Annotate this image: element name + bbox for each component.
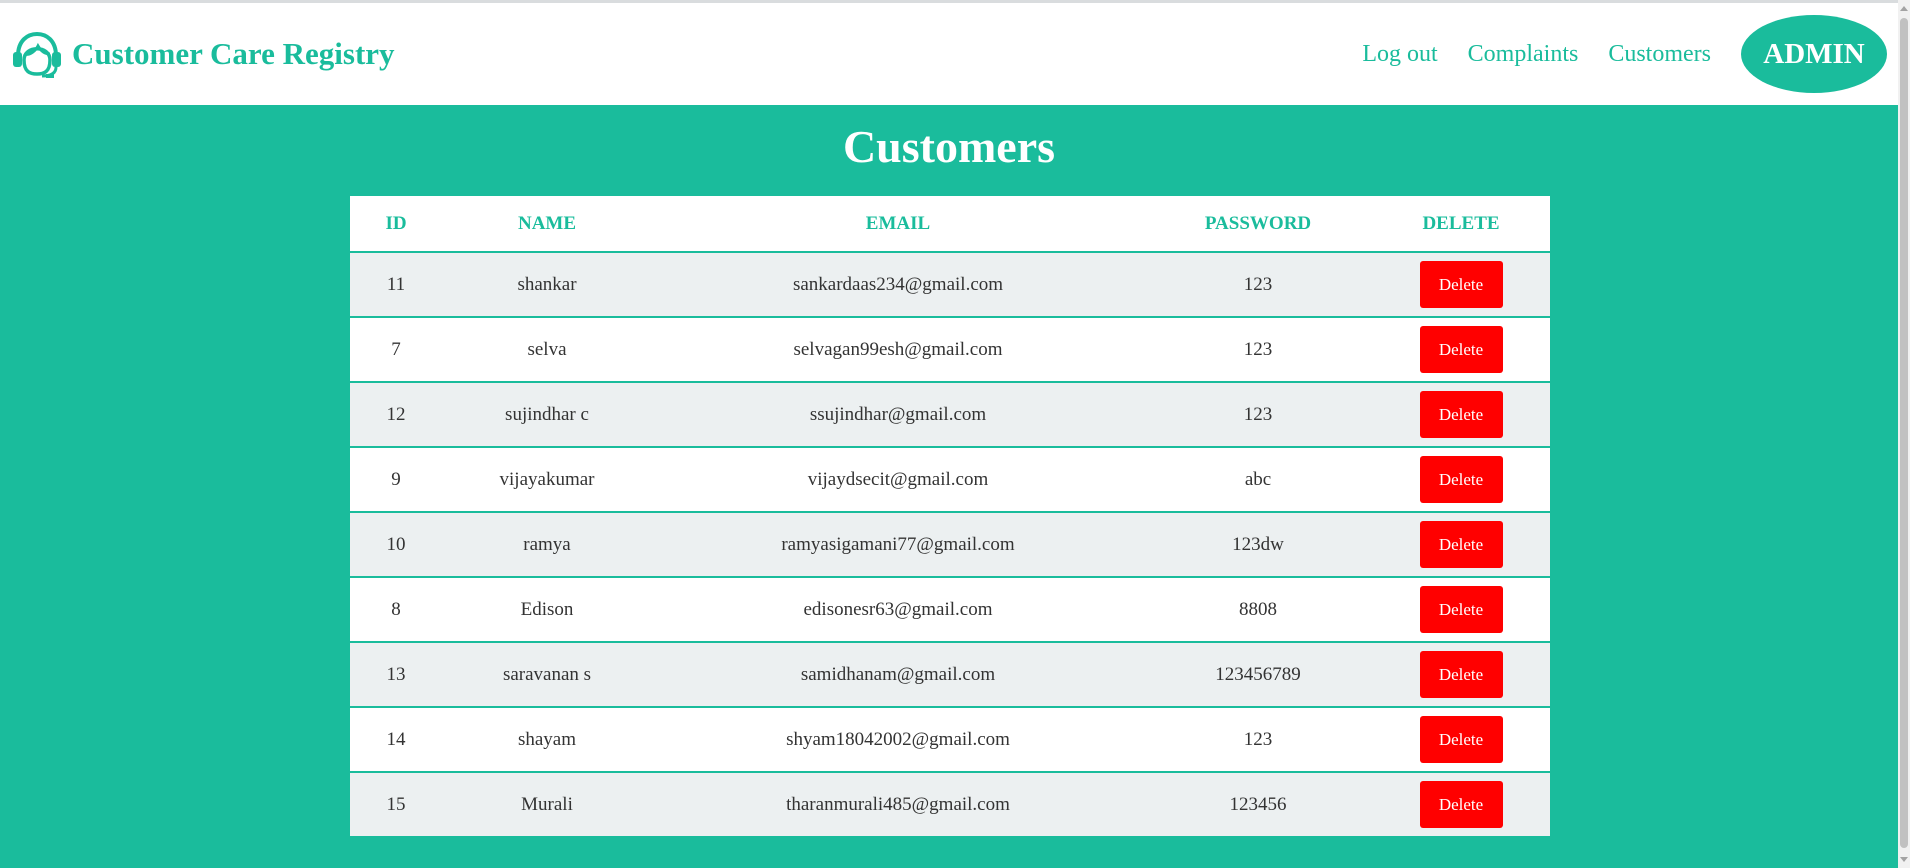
cell-delete: Delete (1372, 642, 1550, 708)
cell-email: edisonesr63@gmail.com (652, 577, 1144, 643)
cell-email: ssujindhar@gmail.com (652, 382, 1144, 448)
cell-password: 123456789 (1144, 642, 1372, 708)
page-title: Customers (842, 121, 1056, 172)
delete-button[interactable]: Delete (1419, 716, 1503, 763)
cell-delete: Delete (1372, 317, 1550, 383)
cell-name: selva (442, 317, 652, 383)
cell-id: 13 (350, 642, 442, 708)
column-header-delete: DELETE (1372, 196, 1550, 253)
cell-name: ramya (442, 512, 652, 578)
delete-button[interactable]: Delete (1419, 261, 1503, 308)
cell-id: 11 (350, 252, 442, 318)
delete-button[interactable]: Delete (1419, 586, 1503, 633)
cell-password: 123 (1144, 382, 1372, 448)
cell-id: 14 (350, 707, 442, 773)
table-body: 11 shankar sankardaas234@gmail.com 123 D… (350, 252, 1550, 836)
cell-email: ramyasigamani77@gmail.com (652, 512, 1144, 578)
table-row: 14 shayam shyam18042002@gmail.com 123 De… (350, 707, 1550, 773)
table-row: 7 selva selvagan99esh@gmail.com 123 Dele… (350, 317, 1550, 383)
cell-name: Edison (442, 577, 652, 643)
cell-password: 123 (1144, 317, 1372, 383)
cell-delete: Delete (1372, 512, 1550, 578)
cell-id: 12 (350, 382, 442, 448)
table-row: 11 shankar sankardaas234@gmail.com 123 D… (350, 252, 1550, 318)
vertical-scrollbar[interactable] (1898, 0, 1910, 868)
nav-complaints-link[interactable]: Complaints (1468, 41, 1579, 68)
cell-email: selvagan99esh@gmail.com (652, 317, 1144, 383)
cell-delete: Delete (1372, 447, 1550, 513)
cell-password: 123dw (1144, 512, 1372, 578)
column-header-id: ID (350, 196, 442, 253)
customers-table: ID NAME EMAIL PASSWORD DELETE 11 shankar… (350, 196, 1550, 836)
cell-email: samidhanam@gmail.com (652, 642, 1144, 708)
cell-name: sujindhar c (442, 382, 652, 448)
delete-button[interactable]: Delete (1419, 391, 1503, 438)
headset-agent-icon (13, 31, 61, 78)
cell-password: 123 (1144, 252, 1372, 318)
cell-email: vijaydsecit@gmail.com (652, 447, 1144, 513)
nav-customers-link[interactable]: Customers (1608, 41, 1711, 68)
table-header-row: ID NAME EMAIL PASSWORD DELETE (350, 196, 1550, 253)
cell-id: 8 (350, 577, 442, 643)
cell-email: tharanmurali485@gmail.com (652, 772, 1144, 836)
delete-button[interactable]: Delete (1419, 456, 1503, 503)
cell-password: 8808 (1144, 577, 1372, 643)
brand[interactable]: Customer Care Registry (10, 30, 395, 78)
cell-id: 9 (350, 447, 442, 513)
cell-name: shankar (442, 252, 652, 318)
table-row: 13 saravanan s samidhanam@gmail.com 1234… (350, 642, 1550, 708)
column-header-email: EMAIL (652, 196, 1144, 253)
table-header: ID NAME EMAIL PASSWORD DELETE (350, 196, 1550, 253)
cell-name: saravanan s (442, 642, 652, 708)
table-row: 8 Edison edisonesr63@gmail.com 8808 Dele… (350, 577, 1550, 643)
table-row: 10 ramya ramyasigamani77@gmail.com 123dw… (350, 512, 1550, 578)
cell-email: sankardaas234@gmail.com (652, 252, 1144, 318)
scroll-up-arrow-icon[interactable] (1900, 6, 1908, 11)
navbar: Customer Care Registry Log out Complaint… (0, 3, 1898, 105)
column-header-name: NAME (442, 196, 652, 253)
cell-delete: Delete (1372, 382, 1550, 448)
cell-delete: Delete (1372, 707, 1550, 773)
admin-badge[interactable]: ADMIN (1741, 15, 1887, 93)
brand-title: Customer Care Registry (72, 36, 395, 71)
cell-id: 15 (350, 772, 442, 836)
table-row: 9 vijayakumar vijaydsecit@gmail.com abc … (350, 447, 1550, 513)
cell-password: abc (1144, 447, 1372, 513)
column-header-password: PASSWORD (1144, 196, 1372, 253)
cell-delete: Delete (1372, 772, 1550, 836)
delete-button[interactable]: Delete (1419, 521, 1503, 568)
cell-name: vijayakumar (442, 447, 652, 513)
table-row: 15 Murali tharanmurali485@gmail.com 1234… (350, 772, 1550, 836)
cell-delete: Delete (1372, 252, 1550, 318)
delete-button[interactable]: Delete (1419, 781, 1503, 828)
nav-links: Log out Complaints Customers ADMIN (1332, 15, 1887, 93)
cell-id: 10 (350, 512, 442, 578)
cell-name: Murali (442, 772, 652, 836)
delete-button[interactable]: Delete (1419, 651, 1503, 698)
nav-logout-link[interactable]: Log out (1362, 41, 1437, 68)
delete-button[interactable]: Delete (1419, 326, 1503, 373)
scroll-down-arrow-icon[interactable] (1900, 857, 1908, 862)
cell-name: shayam (442, 707, 652, 773)
cell-password: 123 (1144, 707, 1372, 773)
table-row: 12 sujindhar c ssujindhar@gmail.com 123 … (350, 382, 1550, 448)
cell-id: 7 (350, 317, 442, 383)
cell-delete: Delete (1372, 577, 1550, 643)
cell-password: 123456 (1144, 772, 1372, 836)
cell-email: shyam18042002@gmail.com (652, 707, 1144, 773)
scrollbar-thumb[interactable] (1900, 18, 1908, 848)
